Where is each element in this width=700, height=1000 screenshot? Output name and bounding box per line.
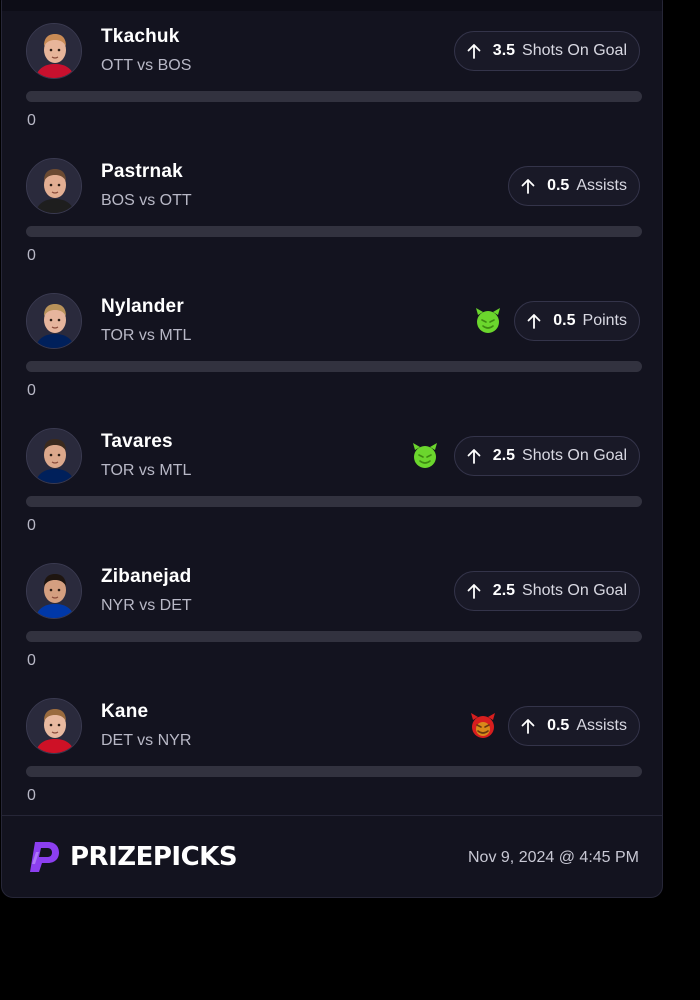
pick-line-pill[interactable]: 2.5 Shots On Goal bbox=[453, 436, 640, 476]
matchup: TOR vs MTL bbox=[101, 327, 192, 344]
entry-timestamp: Nov 9, 2024 @ 4:45 PM bbox=[468, 849, 639, 866]
line-value: 2.5 bbox=[492, 582, 516, 599]
pick-row: Tavares TOR vs MTL 2.5 Shots On Goal 0 bbox=[2, 417, 662, 552]
footer-divider bbox=[2, 815, 662, 816]
up-arrow-icon bbox=[521, 719, 535, 734]
stat-type: Shots On Goal bbox=[522, 447, 627, 464]
player-avatar bbox=[26, 428, 82, 484]
matchup: DET vs NYR bbox=[101, 732, 192, 749]
stat-type: Shots On Goal bbox=[522, 42, 627, 59]
player-name: Pastrnak bbox=[101, 161, 183, 182]
progress-bar bbox=[26, 766, 642, 777]
player-name: Nylander bbox=[101, 296, 184, 317]
prizepicks-p-icon bbox=[30, 842, 59, 872]
progress-value: 0 bbox=[27, 517, 36, 534]
stat-type: Assists bbox=[576, 177, 627, 194]
pick-row: Nylander TOR vs MTL 0.5 Points 0 bbox=[2, 282, 662, 417]
pick-row: Zibanejad NYR vs DET 2.5 Shots On Goal 0 bbox=[2, 552, 662, 687]
line-value: 0.5 bbox=[547, 177, 570, 194]
progress-bar bbox=[26, 496, 642, 507]
up-arrow-icon bbox=[467, 449, 481, 464]
up-arrow-icon bbox=[521, 179, 535, 194]
red-demon-icon bbox=[471, 713, 495, 738]
player-avatar bbox=[26, 23, 82, 79]
progress-bar bbox=[26, 631, 642, 642]
progress-bar bbox=[26, 361, 642, 372]
matchup: NYR vs DET bbox=[101, 597, 192, 614]
matchup: OTT vs BOS bbox=[101, 57, 192, 74]
progress-value: 0 bbox=[27, 112, 36, 129]
matchup: BOS vs OTT bbox=[101, 192, 192, 209]
progress-value: 0 bbox=[27, 382, 36, 399]
pick-line-pill[interactable]: 0.5 Assists bbox=[508, 706, 640, 746]
player-name: Tavares bbox=[101, 431, 173, 452]
up-arrow-icon bbox=[527, 314, 541, 329]
player-avatar bbox=[26, 293, 82, 349]
player-avatar bbox=[26, 158, 82, 214]
stat-type: Shots On Goal bbox=[522, 582, 627, 599]
brand-wordmark: PRIZEPICKS bbox=[70, 842, 238, 872]
player-name: Kane bbox=[101, 701, 149, 722]
green-demon-icon bbox=[413, 443, 437, 468]
progress-bar bbox=[26, 91, 642, 102]
pick-row: Kane DET vs NYR 0.5 Assists 0 bbox=[2, 687, 662, 822]
card-top-strip bbox=[2, 0, 662, 11]
prizepicks-logo: PRIZEPICKS bbox=[26, 839, 238, 875]
pick-line-pill[interactable]: 0.5 Points bbox=[514, 301, 640, 341]
progress-bar bbox=[26, 226, 642, 237]
player-avatar bbox=[26, 698, 82, 754]
pick-line-pill[interactable]: 0.5 Assists bbox=[508, 166, 640, 206]
stat-type: Points bbox=[582, 312, 627, 329]
green-demon-icon bbox=[476, 308, 500, 333]
matchup: TOR vs MTL bbox=[101, 462, 192, 479]
pick-line-pill[interactable]: 3.5 Shots On Goal bbox=[453, 31, 640, 71]
line-value: 0.5 bbox=[547, 717, 570, 734]
pick-row: Tkachuk OTT vs BOS 3.5 Shots On Goal 0 bbox=[2, 12, 662, 147]
line-value: 3.5 bbox=[492, 42, 516, 59]
up-arrow-icon bbox=[467, 44, 481, 59]
up-arrow-icon bbox=[467, 584, 481, 599]
player-name: Zibanejad bbox=[101, 566, 192, 587]
pick-line-pill[interactable]: 2.5 Shots On Goal bbox=[453, 571, 640, 611]
progress-value: 0 bbox=[27, 247, 36, 264]
progress-value: 0 bbox=[27, 787, 36, 804]
progress-value: 0 bbox=[27, 652, 36, 669]
pick-row: Pastrnak BOS vs OTT 0.5 Assists 0 bbox=[2, 147, 662, 282]
line-value: 0.5 bbox=[553, 312, 576, 329]
stat-type: Assists bbox=[576, 717, 627, 734]
player-avatar bbox=[26, 563, 82, 619]
player-name: Tkachuk bbox=[101, 26, 180, 47]
line-value: 2.5 bbox=[492, 447, 516, 464]
lineup-card: Tkachuk OTT vs BOS 3.5 Shots On Goal 0 P… bbox=[1, 0, 663, 898]
